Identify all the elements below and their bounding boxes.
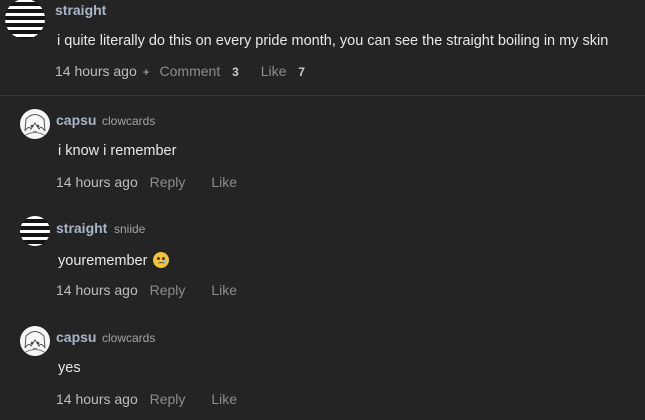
reply-avatar-anime[interactable] — [20, 109, 50, 139]
main-post: straight i quite literally do this on ev… — [0, 0, 645, 96]
reply-username[interactable]: straight — [56, 220, 107, 236]
reply-handle[interactable]: sniide — [114, 222, 145, 236]
like-button[interactable]: Like — [261, 63, 287, 79]
post-text: i quite literally do this on every pride… — [57, 33, 609, 49]
reply-meta: 14 hours ago Reply Like — [56, 174, 237, 190]
like-count: 7 — [298, 65, 305, 79]
post-meta: 14 hours ago + Comment 3 Like 7 — [55, 63, 305, 79]
reply-text-row: youremember — [58, 252, 170, 269]
reply-timestamp: 14 hours ago — [56, 391, 138, 407]
anime-avatar-icon — [23, 331, 47, 354]
reply-handle[interactable]: clowcards — [102, 331, 155, 345]
post-avatar[interactable] — [5, 0, 45, 39]
reply-username[interactable]: capsu — [56, 329, 96, 345]
reply-text: yes — [58, 360, 81, 376]
reply-button[interactable]: Reply — [150, 391, 186, 407]
plus-icon[interactable]: + — [143, 65, 150, 79]
reply-handle[interactable]: clowcards — [102, 114, 155, 128]
reply-meta: 14 hours ago Reply Like — [56, 282, 237, 298]
post-timestamp: 14 hours ago — [55, 63, 137, 79]
reply-text: i know i remember — [58, 143, 177, 159]
comment-count: 3 — [232, 65, 239, 79]
like-button[interactable]: Like — [211, 174, 237, 190]
like-button[interactable]: Like — [211, 391, 237, 407]
reply-avatar-striped[interactable] — [20, 216, 50, 246]
post-username[interactable]: straight — [55, 2, 106, 18]
holding-back-tears-emoji-icon — [153, 252, 170, 268]
anime-avatar-icon — [23, 114, 47, 137]
reply-timestamp: 14 hours ago — [56, 174, 138, 190]
reply-meta: 14 hours ago Reply Like — [56, 391, 237, 407]
comment-button[interactable]: Comment — [160, 63, 221, 79]
reply-timestamp: 14 hours ago — [56, 282, 138, 298]
reply-button[interactable]: Reply — [150, 174, 186, 190]
reply-avatar-anime[interactable] — [20, 326, 50, 356]
like-button[interactable]: Like — [211, 282, 237, 298]
reply-username[interactable]: capsu — [56, 112, 96, 128]
reply-text: youremember — [58, 253, 148, 269]
reply-button[interactable]: Reply — [150, 282, 186, 298]
